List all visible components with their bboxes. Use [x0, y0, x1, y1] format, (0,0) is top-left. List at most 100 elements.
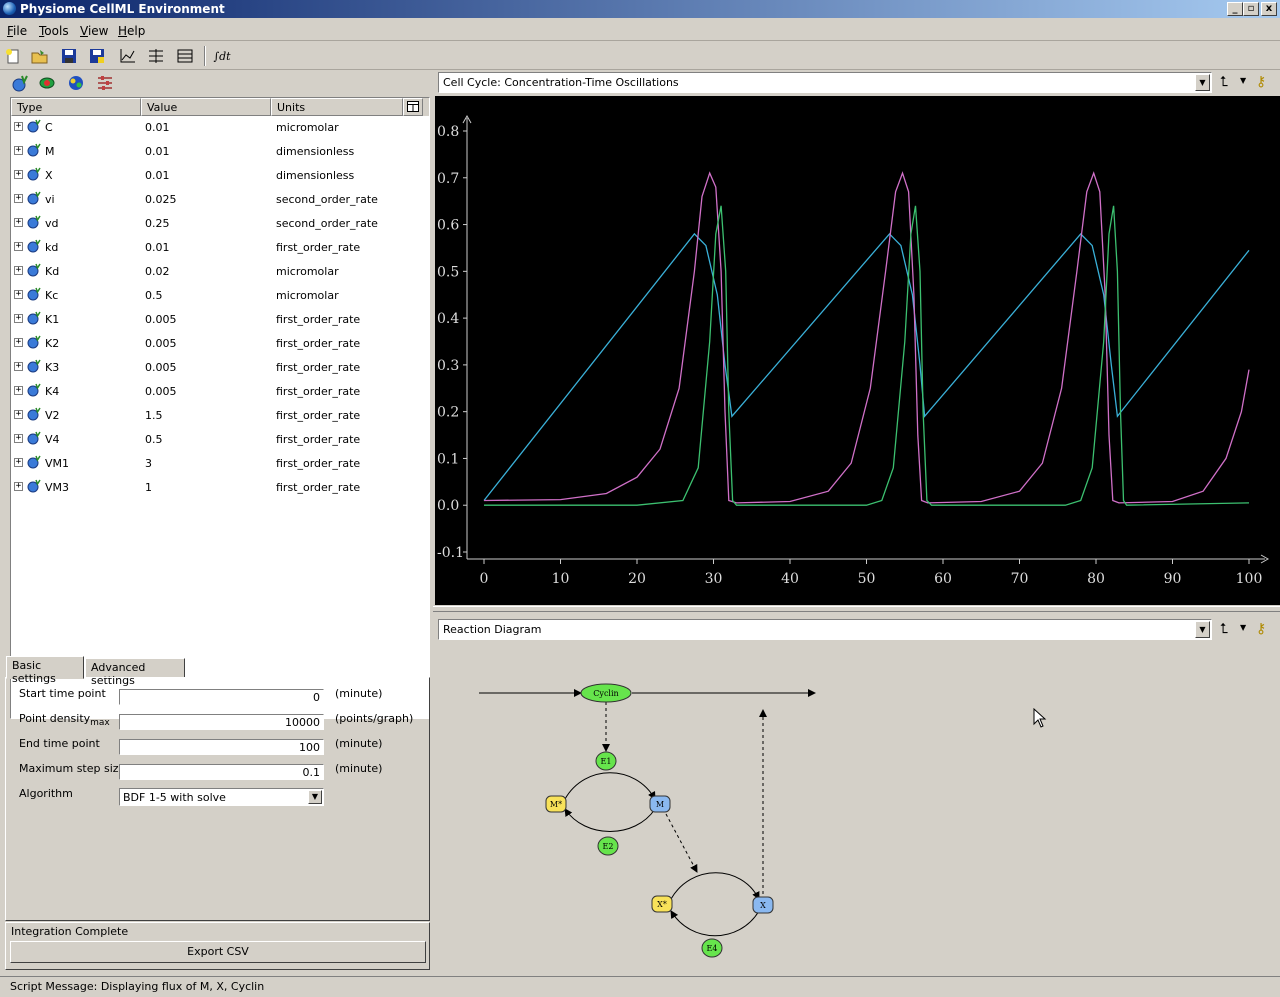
- cell-value[interactable]: 0.005: [145, 313, 177, 326]
- menu-help[interactable]: Help: [118, 24, 145, 38]
- table-row[interactable]: + K2 0.005 first_order_rate: [11, 332, 429, 356]
- chevron-down-icon[interactable]: ▼: [308, 790, 322, 804]
- cell-value[interactable]: 0.02: [145, 265, 170, 278]
- expand-icon[interactable]: +: [14, 266, 23, 275]
- expand-icon[interactable]: +: [14, 458, 23, 467]
- open-folder-icon[interactable]: [31, 47, 49, 65]
- panel-splitter[interactable]: [433, 606, 1280, 612]
- maximize-button[interactable]: ▫: [1243, 2, 1259, 16]
- column-header-type[interactable]: Type: [11, 98, 141, 116]
- expand-icon[interactable]: +: [14, 290, 23, 299]
- node-cyclin[interactable]: Cyclin: [580, 683, 632, 703]
- node-e2[interactable]: E2: [597, 836, 619, 856]
- algorithm-select[interactable]: BDF 1-5 with solve ▼: [119, 788, 324, 806]
- close-button[interactable]: x: [1261, 2, 1277, 16]
- tab-basic-settings[interactable]: Basic settings: [6, 656, 84, 685]
- cell-value[interactable]: 0.005: [145, 361, 177, 374]
- chevron-down-icon[interactable]: ▼: [1240, 623, 1246, 632]
- menu-view[interactable]: View: [80, 24, 108, 38]
- column-header-units[interactable]: Units: [271, 98, 403, 116]
- variables-icon[interactable]: [11, 74, 29, 92]
- table-row[interactable]: + Kd 0.02 micromolar: [11, 260, 429, 284]
- tab-advanced-settings[interactable]: Advanced settings: [85, 658, 185, 687]
- cell-value[interactable]: 0.5: [145, 433, 163, 446]
- node-mstar[interactable]: M*: [545, 795, 567, 813]
- node-e1[interactable]: E1: [595, 751, 617, 771]
- menu-file[interactable]: File: [7, 24, 27, 38]
- menu-tools[interactable]: Tools: [39, 24, 69, 38]
- table-row[interactable]: + X 0.01 dimensionless: [11, 164, 429, 188]
- expand-icon[interactable]: +: [14, 386, 23, 395]
- cell-value[interactable]: 0.25: [145, 217, 170, 230]
- expand-icon[interactable]: +: [14, 122, 23, 131]
- table-row[interactable]: + K4 0.005 first_order_rate: [11, 380, 429, 404]
- table-row[interactable]: + vi 0.025 second_order_rate: [11, 188, 429, 212]
- key-icon[interactable]: ⚷: [1256, 74, 1266, 90]
- table-row[interactable]: + K3 0.005 first_order_rate: [11, 356, 429, 380]
- expand-icon[interactable]: +: [14, 362, 23, 371]
- save-as-icon[interactable]: [88, 47, 106, 65]
- reactions-icon[interactable]: [38, 74, 56, 92]
- table-row[interactable]: + M 0.01 dimensionless: [11, 140, 429, 164]
- expand-icon[interactable]: +: [14, 146, 23, 155]
- integrate-button[interactable]: ∫dt: [211, 47, 233, 65]
- axes-icon[interactable]: ⮤: [1220, 621, 1228, 637]
- table-row[interactable]: + C 0.01 micromolar: [11, 116, 429, 140]
- chevron-down-icon[interactable]: ▼: [1195, 74, 1210, 91]
- axes-icon[interactable]: ⮤: [1220, 74, 1228, 90]
- node-x[interactable]: X: [752, 896, 774, 914]
- table-row[interactable]: + K1 0.005 first_order_rate: [11, 308, 429, 332]
- expand-icon[interactable]: +: [14, 242, 23, 251]
- table-row[interactable]: + Kc 0.5 micromolar: [11, 284, 429, 308]
- expand-icon[interactable]: +: [14, 218, 23, 227]
- expand-icon[interactable]: +: [14, 314, 23, 323]
- model-network-icon[interactable]: [67, 74, 85, 92]
- max-step-input[interactable]: 0.1: [119, 764, 324, 780]
- cell-value[interactable]: 0.5: [145, 289, 163, 302]
- cell-value[interactable]: 0.01: [145, 241, 170, 254]
- chevron-down-icon[interactable]: ▼: [1240, 76, 1246, 85]
- column-header-value[interactable]: Value: [141, 98, 271, 116]
- point-density-input[interactable]: 10000: [119, 714, 324, 730]
- table-row[interactable]: + V4 0.5 first_order_rate: [11, 428, 429, 452]
- table-row[interactable]: + V2 1.5 first_order_rate: [11, 404, 429, 428]
- graph-axes-icon[interactable]: [118, 47, 136, 65]
- parameter-adjust-icon[interactable]: [96, 74, 114, 92]
- expand-rows-icon[interactable]: [147, 47, 165, 65]
- expand-icon[interactable]: +: [14, 338, 23, 347]
- minimize-button[interactable]: _: [1227, 2, 1243, 16]
- chevron-down-icon[interactable]: ▼: [1195, 621, 1210, 638]
- column-chooser-icon[interactable]: [403, 98, 423, 116]
- diagram-view-select[interactable]: Reaction Diagram ▼: [438, 619, 1212, 640]
- cell-value[interactable]: 0.01: [145, 121, 170, 134]
- cell-value[interactable]: 0.01: [145, 169, 170, 182]
- expand-icon[interactable]: +: [14, 410, 23, 419]
- cell-value[interactable]: 0.01: [145, 145, 170, 158]
- node-m[interactable]: M: [649, 795, 671, 813]
- export-csv-button[interactable]: Export CSV: [10, 941, 426, 963]
- cell-value[interactable]: 3: [145, 457, 152, 470]
- node-e4[interactable]: E4: [701, 938, 723, 958]
- collapse-rows-icon[interactable]: [176, 47, 194, 65]
- new-file-icon[interactable]: [4, 47, 22, 65]
- table-row[interactable]: + VM1 3 first_order_rate: [11, 452, 429, 476]
- cell-value[interactable]: 0.005: [145, 385, 177, 398]
- cell-value[interactable]: 0.025: [145, 193, 177, 206]
- cell-value[interactable]: 0.005: [145, 337, 177, 350]
- expand-icon[interactable]: +: [14, 482, 23, 491]
- table-row[interactable]: + kd 0.01 first_order_rate: [11, 236, 429, 260]
- expand-icon[interactable]: +: [14, 434, 23, 443]
- expand-icon[interactable]: +: [14, 170, 23, 179]
- expand-icon[interactable]: +: [14, 194, 23, 203]
- node-label: M: [656, 800, 664, 809]
- key-icon[interactable]: ⚷: [1256, 621, 1266, 637]
- cell-value[interactable]: 1.5: [145, 409, 163, 422]
- table-row[interactable]: + VM3 1 first_order_rate: [11, 476, 429, 500]
- end-time-input[interactable]: 100: [119, 739, 324, 755]
- start-time-input[interactable]: 0: [119, 689, 324, 705]
- node-xstar[interactable]: X*: [651, 895, 673, 913]
- table-row[interactable]: + vd 0.25 second_order_rate: [11, 212, 429, 236]
- plot-view-select[interactable]: Cell Cycle: Concentration-Time Oscillati…: [438, 72, 1212, 93]
- save-icon[interactable]: [60, 47, 78, 65]
- cell-value[interactable]: 1: [145, 481, 152, 494]
